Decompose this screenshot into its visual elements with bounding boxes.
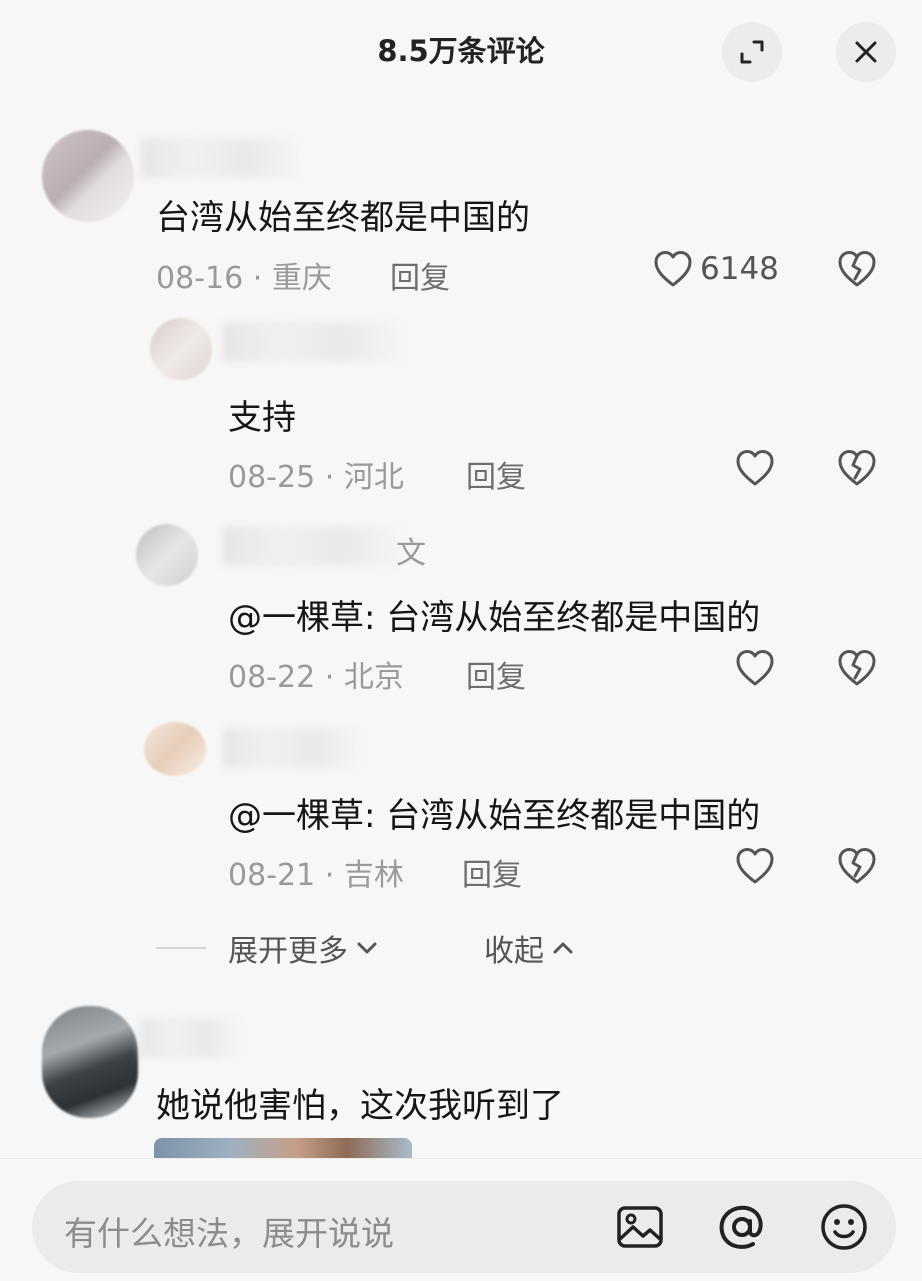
expand-button[interactable] xyxy=(722,22,782,82)
comment-text: @一棵草: 台湾从始至终都是中国的 xyxy=(228,598,761,638)
broken-heart-icon xyxy=(838,251,876,287)
comment-meta: 08-21 · 吉林 xyxy=(228,850,404,894)
avatar[interactable] xyxy=(42,1006,138,1118)
collapse-button[interactable]: 收起 xyxy=(484,926,576,970)
comment-date: 08-16 xyxy=(156,261,244,296)
divider xyxy=(156,947,206,949)
collapse-label: 收起 xyxy=(484,934,544,969)
chevron-down-icon xyxy=(357,942,377,954)
like-count: 6148 xyxy=(700,251,779,287)
dislike-button[interactable] xyxy=(836,448,878,488)
comment-text: @一棵草: 台湾从始至终都是中国的 xyxy=(228,796,761,836)
comment-text: 台湾从始至终都是中国的 xyxy=(156,198,530,238)
bottom-bar: 有什么想法，展开说说 xyxy=(0,1158,922,1281)
like-button[interactable]: 6148 xyxy=(652,249,779,289)
image-icon[interactable] xyxy=(614,1201,666,1253)
chevron-up-icon xyxy=(553,942,573,954)
comment-date: 08-21 xyxy=(228,858,316,893)
comment-meta: 08-16 · 重庆 xyxy=(156,253,332,297)
expand-icon xyxy=(740,40,764,64)
expand-more-label: 展开更多 xyxy=(228,934,348,969)
expand-more-button[interactable]: 展开更多 xyxy=(228,926,380,970)
comment-text: 支持 xyxy=(228,398,296,438)
avatar[interactable] xyxy=(42,130,134,222)
reply-button[interactable]: 回复 xyxy=(462,850,522,894)
separator-dot: · xyxy=(324,460,335,495)
comment-location: 重庆 xyxy=(271,261,332,296)
avatar[interactable] xyxy=(144,722,206,776)
heart-icon xyxy=(654,251,692,287)
comment-meta: 08-22 · 北京 xyxy=(228,652,404,696)
separator-dot: · xyxy=(252,261,263,296)
thread-controls: 展开更多 收起 xyxy=(0,926,922,970)
comment-text: 她说他害怕，这次我听到了 xyxy=(156,1086,564,1126)
dislike-button[interactable] xyxy=(836,648,878,688)
reply-button[interactable]: 回复 xyxy=(390,253,450,297)
username-blurred[interactable] xyxy=(222,322,402,362)
comment-input-placeholder: 有什么想法，展开说说 xyxy=(64,1214,394,1253)
heart-icon xyxy=(736,650,774,686)
comment-meta: 08-25 · 河北 xyxy=(228,452,404,496)
username-fragment: 文 xyxy=(396,536,426,571)
username-blurred[interactable] xyxy=(140,1018,240,1058)
mention-icon[interactable] xyxy=(716,1201,768,1253)
comment-location: 河北 xyxy=(343,460,404,495)
close-button[interactable] xyxy=(836,22,896,82)
broken-heart-icon xyxy=(838,450,876,486)
separator-dot: · xyxy=(324,858,335,893)
comment-date: 08-25 xyxy=(228,460,316,495)
username-blurred[interactable] xyxy=(222,526,402,566)
avatar[interactable] xyxy=(150,318,212,380)
broken-heart-icon xyxy=(838,650,876,686)
broken-heart-icon xyxy=(838,848,876,884)
comment-location: 北京 xyxy=(343,660,404,695)
dislike-button[interactable] xyxy=(836,249,878,289)
like-button[interactable] xyxy=(734,448,776,488)
comment-date: 08-22 xyxy=(228,660,316,695)
header: 8.5万条评论 xyxy=(0,0,922,100)
dislike-button[interactable] xyxy=(836,846,878,886)
separator-dot: · xyxy=(324,660,335,695)
reply-button[interactable]: 回复 xyxy=(466,452,526,496)
emoji-icon[interactable] xyxy=(818,1201,870,1253)
username-blurred[interactable] xyxy=(222,728,362,768)
close-icon xyxy=(855,41,877,63)
comment-count-title: 8.5万条评论 xyxy=(377,34,545,68)
comment-input[interactable]: 有什么想法，展开说说 xyxy=(32,1181,896,1273)
heart-icon xyxy=(736,848,774,884)
avatar[interactable] xyxy=(136,524,198,586)
comment-location: 吉林 xyxy=(343,858,404,893)
heart-icon xyxy=(736,450,774,486)
reply-button[interactable]: 回复 xyxy=(466,652,526,696)
like-button[interactable] xyxy=(734,846,776,886)
username-blurred[interactable] xyxy=(140,138,300,178)
like-button[interactable] xyxy=(734,648,776,688)
